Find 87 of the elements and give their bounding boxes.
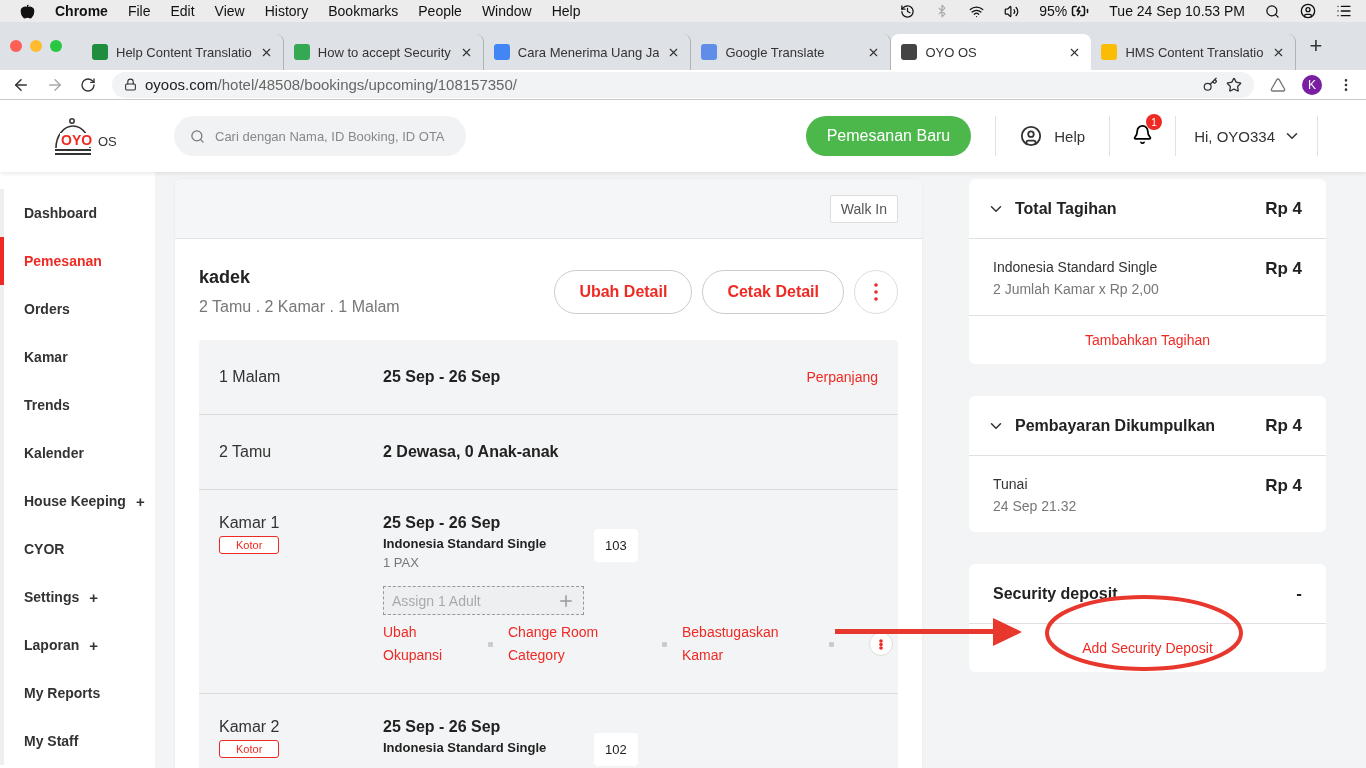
guest-name: kadek: [199, 267, 252, 288]
notification-badge: 1: [1146, 114, 1163, 130]
room-number[interactable]: 102: [594, 733, 638, 766]
sidebar-item[interactable]: Kamar: [0, 333, 155, 381]
menu-item[interactable]: Chrome: [55, 3, 108, 19]
room-status: Kotor: [219, 536, 280, 554]
walk-in-button[interactable]: Walk In: [829, 194, 898, 223]
room-number[interactable]: 103: [594, 529, 638, 562]
room-dates: 25 Sep - 26 Sep: [383, 514, 502, 532]
more-icon: [879, 638, 883, 650]
search-icon[interactable]: [1265, 3, 1280, 19]
detail-button[interactable]: Cetak Detail: [702, 269, 844, 314]
panel-amount: -: [1296, 583, 1302, 604]
menu-icon[interactable]: [1336, 3, 1352, 19]
panel-link[interactable]: Add Security Deposit: [1082, 640, 1213, 656]
sidebar-item[interactable]: Orders: [0, 285, 155, 333]
battery-percent: 95%: [1039, 3, 1068, 19]
sidebar-item[interactable]: Kalender: [0, 429, 155, 477]
sidebar-item[interactable]: House Keeping +: [0, 477, 155, 525]
menu-item[interactable]: View: [214, 3, 245, 19]
sidebar-item[interactable]: Pemesanan: [0, 237, 155, 285]
info-value: 25 Sep - 26 Sep: [383, 368, 502, 386]
room-type: Indonesia Standard Single: [383, 536, 548, 551]
room-action-link[interactable]: Bebastugaskan Kamar: [682, 621, 829, 667]
room-action-link[interactable]: Change Room Category: [508, 621, 662, 667]
bookmark-star-icon[interactable]: [1226, 76, 1242, 93]
clock[interactable]: Tue 24 Sep 10.53 PM: [1109, 3, 1245, 19]
line-detail: 2 Jumlah Kamar x Rp 2,00: [993, 281, 1159, 297]
sidebar-item[interactable]: Trends: [0, 381, 155, 429]
profile-avatar[interactable]: K: [1302, 74, 1322, 95]
sidebar-item[interactable]: Dashboard: [0, 189, 155, 237]
sidebar-item[interactable]: Laporan +: [0, 621, 155, 669]
menu-item[interactable]: File: [127, 3, 151, 19]
key-icon[interactable]: [1203, 77, 1218, 92]
panel-title: Total Tagihan: [1015, 199, 1118, 218]
info-value: 2 Dewasa, 0 Anak-anak: [383, 443, 560, 461]
browser-tab[interactable]: OYO OS: [891, 34, 1092, 70]
search-icon: [190, 128, 205, 144]
line-detail: 24 Sep 21.32: [993, 498, 1077, 514]
menu-item[interactable]: History: [264, 3, 309, 19]
info-label: 1 Malam: [219, 368, 282, 386]
reload-icon[interactable]: [80, 76, 96, 93]
menu-item[interactable]: Help: [551, 3, 581, 19]
lock-icon[interactable]: [124, 78, 137, 91]
detail-button[interactable]: Ubah Detail: [554, 269, 693, 314]
menu-item[interactable]: Bookmarks: [328, 3, 399, 19]
notification-button[interactable]: 1: [1110, 116, 1177, 156]
sidebar-item[interactable]: My Reports: [0, 669, 155, 717]
room-more-button[interactable]: [869, 632, 893, 656]
sidebar-item[interactable]: Settings +: [0, 573, 155, 621]
line-amount: Rp 4: [1265, 259, 1302, 280]
menu-item[interactable]: Edit: [170, 3, 195, 19]
cloche-icon: [54, 118, 92, 156]
help-button[interactable]: Help: [995, 116, 1111, 156]
line-amount: Rp 4: [1265, 476, 1302, 497]
line-name: Tunai: [993, 476, 1029, 492]
time-machine-icon[interactable]: [900, 3, 916, 19]
panel-amount: Rp 4: [1265, 198, 1302, 219]
room-pax: 1 PAX: [383, 555, 420, 570]
more-icon: [874, 282, 878, 301]
url-field[interactable]: oyoos.com/hotel/48508/bookings/upcoming/108157350/: [112, 71, 1254, 98]
menu-item[interactable]: Window: [481, 3, 532, 19]
user-menu[interactable]: Hi, OYO334: [1176, 116, 1318, 156]
room-status: Kotor: [219, 740, 280, 758]
room-label: Kamar 2: [219, 718, 281, 736]
panel-amount: Rp 4: [1265, 415, 1302, 436]
volume-icon[interactable]: [1004, 3, 1020, 19]
room-dates: 25 Sep - 26 Sep: [383, 718, 502, 736]
extend-link[interactable]: Perpanjang: [806, 369, 878, 385]
apple-icon[interactable]: [20, 3, 35, 19]
room-type: Indonesia Standard Single: [383, 740, 548, 755]
panel-title: Security deposit: [993, 584, 1119, 603]
user-icon[interactable]: [1300, 3, 1316, 19]
panel-link[interactable]: Tambahkan Tagihan: [1084, 332, 1211, 348]
room-label: Kamar 1: [219, 514, 281, 532]
new-tab-button[interactable]: +: [1305, 33, 1327, 59]
line-name: Indonesia Standard Single: [993, 259, 1159, 275]
menu-item[interactable]: People: [418, 3, 462, 19]
sidebar-item[interactable]: My Staff: [0, 717, 155, 765]
booking-summary: 2 Tamu . 2 Kamar . 1 Malam: [199, 298, 401, 316]
panel-title: Pembayaran Dikumpulkan: [1015, 416, 1217, 435]
wifi-icon[interactable]: [969, 3, 985, 19]
bell-icon: [1132, 124, 1154, 145]
logo[interactable]: OYO OS: [54, 116, 174, 156]
sidebar-item[interactable]: CYOR: [0, 525, 155, 573]
info-label: 2 Tamu: [219, 443, 273, 461]
room-action-link[interactable]: Ubah Okupansi: [383, 621, 488, 667]
